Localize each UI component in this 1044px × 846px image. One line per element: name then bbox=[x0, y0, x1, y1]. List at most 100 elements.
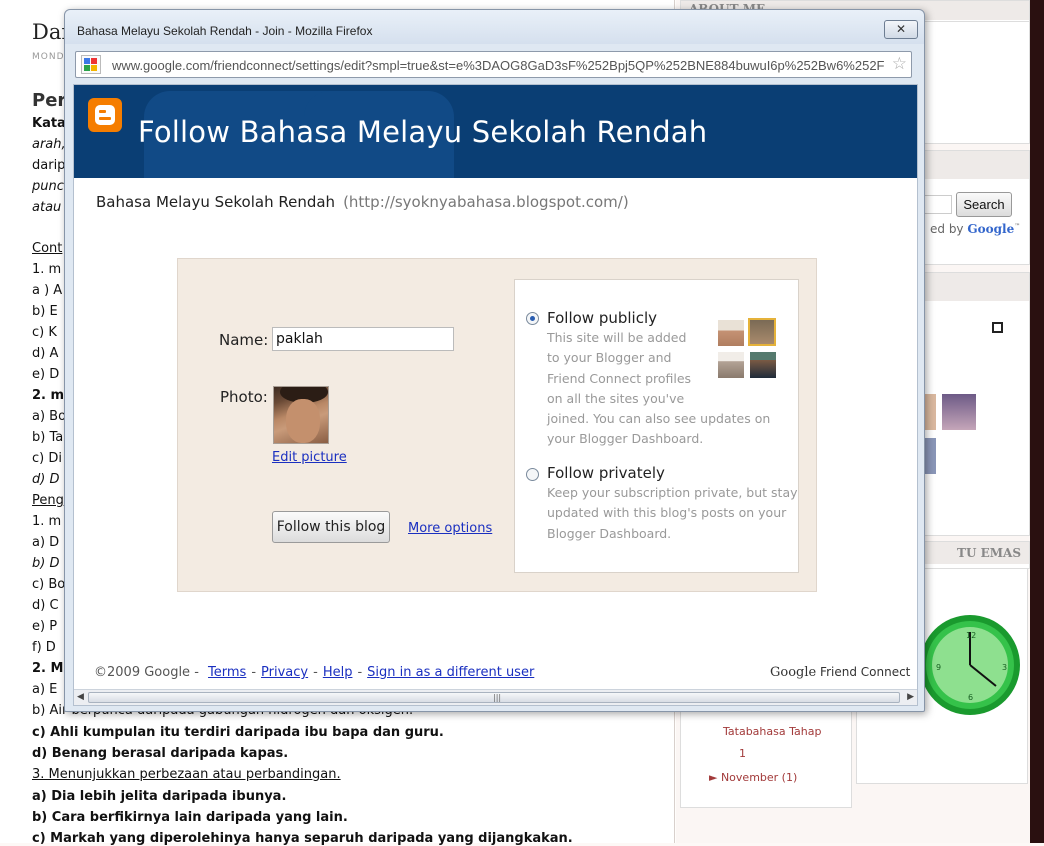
follow-options-box: Follow publicly This site will be added … bbox=[514, 279, 799, 573]
follow-publicly-label[interactable]: Follow publicly bbox=[547, 309, 657, 327]
post-line: punc bbox=[32, 179, 64, 194]
copyright: ©2009 Google - bbox=[94, 665, 199, 680]
horizontal-scrollbar[interactable]: ◀ ||| ▶ bbox=[74, 689, 917, 705]
post-line: 1. m bbox=[32, 514, 62, 529]
post-line: a) Bo bbox=[32, 409, 67, 424]
post-line: atau bbox=[32, 200, 62, 215]
blog-identity: Bahasa Melayu Sekolah Rendah (http://syok… bbox=[96, 193, 629, 211]
desc-line: your Blogger Dashboard. bbox=[547, 431, 704, 447]
post-line: e) D bbox=[32, 367, 60, 382]
archive-month-november[interactable]: ► November (1) bbox=[709, 771, 797, 784]
bookmark-star-icon[interactable]: ☆ bbox=[892, 54, 907, 74]
post-line: f) D bbox=[32, 640, 56, 655]
svg-text:12: 12 bbox=[966, 631, 976, 640]
photo-label: Photo: bbox=[220, 388, 268, 406]
follow-privately-description: Keep your subscription private, but stay… bbox=[547, 483, 798, 544]
post-line: b) Cara berfikirnya lain daripada yang l… bbox=[32, 810, 348, 825]
follow-privately-radio[interactable] bbox=[526, 468, 539, 481]
follow-publicly-description: This site will be added to your Blogger … bbox=[547, 328, 770, 450]
desc-line: updated with this blog's posts on your bbox=[547, 505, 787, 521]
name-label: Name: bbox=[219, 331, 269, 349]
post-line: 2. M bbox=[32, 661, 64, 676]
sidebar-search-button[interactable]: Search bbox=[956, 192, 1012, 217]
firefox-popup-window: Bahasa Melayu Sekolah Rendah - Join - Mo… bbox=[64, 9, 925, 712]
follow-banner: Follow Bahasa Melayu Sekolah Rendah bbox=[74, 85, 917, 178]
google-favicon-icon bbox=[81, 55, 101, 74]
powered-by-google: ed by Google™ bbox=[930, 222, 1021, 236]
terms-link[interactable]: Terms bbox=[208, 665, 246, 680]
post-line: c) K bbox=[32, 325, 57, 340]
desc-line: Blogger Dashboard. bbox=[547, 525, 672, 541]
address-url[interactable]: www.google.com/friendconnect/settings/ed… bbox=[112, 58, 884, 73]
post-line: b) D bbox=[32, 556, 60, 571]
post-line: Peng bbox=[32, 493, 64, 508]
svg-text:9: 9 bbox=[936, 663, 941, 672]
post-line: c) Markah yang diperolehinya hanya separ… bbox=[32, 831, 573, 846]
sidebar-search-input[interactable] bbox=[922, 195, 952, 214]
sign-in-different-user-link[interactable]: Sign in as a different user bbox=[367, 665, 534, 680]
post-line: c) Ahli kumpulan itu terdiri daripada ib… bbox=[32, 725, 444, 740]
close-window-button[interactable]: ✕ bbox=[884, 20, 918, 39]
post-line: darip bbox=[32, 158, 66, 173]
archive-item[interactable]: Tatabahasa Tahap bbox=[723, 725, 821, 738]
page-footer: ©2009 Google - Terms - Privacy - Help - Sign i… bbox=[94, 665, 535, 680]
post-line: c) Bo bbox=[32, 577, 66, 592]
post-title: Per bbox=[32, 90, 67, 111]
sample-avatar-highlighted bbox=[748, 318, 776, 346]
post-line: d) C bbox=[32, 598, 59, 613]
help-link[interactable]: Help bbox=[323, 665, 353, 680]
address-bar[interactable]: www.google.com/friendconnect/settings/ed… bbox=[75, 51, 912, 78]
more-options-link[interactable]: More options bbox=[408, 521, 492, 536]
archive-item-count: 1 bbox=[739, 747, 746, 760]
post-line: 3. Menunjukkan perbezaan atau perbanding… bbox=[32, 767, 341, 782]
scrollbar-thumb[interactable]: ||| bbox=[88, 692, 900, 703]
window-title: Bahasa Melayu Sekolah Rendah - Join - Mo… bbox=[77, 24, 373, 38]
post-line: d) A bbox=[32, 346, 59, 361]
google-wordmark: Google bbox=[770, 665, 817, 680]
page-content: Follow Bahasa Melayu Sekolah Rendah Baha… bbox=[73, 84, 918, 706]
edit-picture-link[interactable]: Edit picture bbox=[272, 450, 347, 465]
post-line: Kata bbox=[32, 116, 66, 131]
post-line: Cont bbox=[32, 241, 63, 256]
profile-photo bbox=[273, 386, 329, 444]
blog-url: (http://syoknyabahasa.blogspot.com/) bbox=[343, 193, 629, 211]
sample-avatar bbox=[718, 352, 744, 378]
scroll-right-arrow-icon[interactable]: ▶ bbox=[907, 692, 914, 702]
window-titlebar[interactable]: Bahasa Melayu Sekolah Rendah - Join - Mo… bbox=[65, 10, 924, 44]
post-line: a ) A bbox=[32, 283, 63, 298]
post-line: a) Dia lebih jelita daripada ibunya. bbox=[32, 789, 287, 804]
post-line: a) D bbox=[32, 535, 60, 550]
powered-by-label: ed by bbox=[930, 222, 964, 236]
scroll-left-arrow-icon[interactable]: ◀ bbox=[77, 692, 84, 702]
svg-text:3: 3 bbox=[1002, 663, 1007, 672]
follower-avatar[interactable] bbox=[942, 394, 976, 430]
desc-line: on all the sites you've bbox=[547, 390, 685, 406]
post-line: d) Benang berasal daripada kapas. bbox=[32, 746, 289, 761]
privacy-link[interactable]: Privacy bbox=[261, 665, 308, 680]
post-line: 1. m bbox=[32, 262, 62, 277]
post-line: b) E bbox=[32, 304, 58, 319]
blog-name: Bahasa Melayu Sekolah Rendah bbox=[96, 193, 336, 211]
post-line: b) Ta bbox=[32, 430, 64, 445]
popout-icon[interactable] bbox=[992, 322, 1003, 333]
post-line: arah, bbox=[32, 137, 66, 152]
sample-avatar bbox=[750, 352, 776, 378]
post-line: a) E bbox=[32, 682, 58, 697]
follow-privately-label[interactable]: Follow privately bbox=[547, 464, 665, 482]
page-edge bbox=[1030, 0, 1044, 843]
follow-this-blog-button[interactable]: Follow this blog bbox=[272, 511, 390, 543]
desc-line: Keep your subscription private, but stay bbox=[547, 485, 798, 500]
post-line: c) Di bbox=[32, 451, 62, 466]
desc-line: joined. You can also see updates on bbox=[547, 411, 771, 427]
svg-text:6: 6 bbox=[968, 693, 973, 702]
post-line: d) D bbox=[32, 472, 60, 487]
sample-avatar bbox=[718, 320, 744, 346]
banner-title: Follow Bahasa Melayu Sekolah Rendah bbox=[138, 115, 708, 149]
post-line: e) P bbox=[32, 619, 58, 634]
blogger-logo-icon bbox=[88, 98, 122, 132]
name-input[interactable] bbox=[272, 327, 454, 351]
google-friend-connect-logo: Google Friend Connect bbox=[770, 665, 910, 680]
clock-icon[interactable]: 12 3 6 9 bbox=[918, 600, 1022, 730]
follow-publicly-radio[interactable] bbox=[526, 312, 539, 325]
follow-form-panel: Name: Photo: Edit picture Follow this bl… bbox=[177, 258, 817, 592]
